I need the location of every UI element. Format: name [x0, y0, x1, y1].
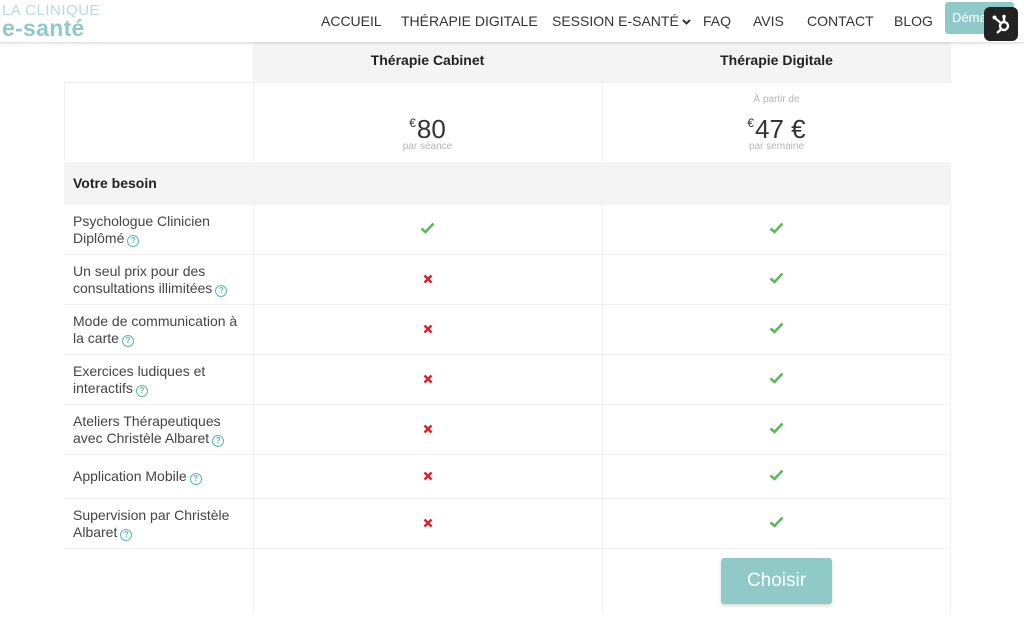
- feature-label-cell: Application Mobile?: [64, 455, 253, 499]
- help-icon[interactable]: ?: [212, 434, 225, 447]
- feature-label: Psychologue Clinicien Diplômé: [73, 212, 210, 246]
- nav-item-therapie-digitale[interactable]: THÉRAPIE DIGITALE: [401, 13, 538, 29]
- divider: [602, 205, 603, 613]
- help-icon[interactable]: ?: [127, 234, 140, 247]
- nav-item-faq[interactable]: FAQ: [703, 13, 731, 29]
- feature-label-cell: Exercices ludiques et interactifs?: [64, 355, 253, 405]
- feature-label-cell: Mode de communication à la carte?: [64, 305, 253, 355]
- nav-item-session-esante[interactable]: SESSION E-SANTÉ: [552, 13, 691, 29]
- price-period-digitale: par semaine: [748, 141, 805, 152]
- help-icon[interactable]: ?: [120, 528, 133, 541]
- nav-item-avis[interactable]: AVIS: [753, 13, 784, 29]
- feature-label-wrap: Mode de communication à la carte?: [73, 313, 249, 347]
- feature-label-wrap: Application Mobile?: [73, 468, 202, 485]
- help-icon[interactable]: ?: [215, 284, 228, 297]
- price-period-cabinet: par séance: [402, 141, 453, 152]
- feature-label-wrap: Supervision par Christèle Albaret?: [73, 507, 249, 541]
- divider: [950, 205, 951, 613]
- check-icon: [769, 468, 784, 486]
- feature-cell-cabinet: [253, 455, 602, 499]
- section-title: Votre besoin: [64, 162, 951, 205]
- chevron-down-icon: [682, 19, 691, 25]
- site-logo[interactable]: LA CLINIQUE e-santé: [2, 3, 112, 41]
- feature-label: Supervision par Christèle Albaret: [73, 506, 230, 540]
- feature-label: Ateliers Thérapeutiques avec Christèle A…: [73, 412, 221, 446]
- column-header-digitale: Thérapie Digitale: [602, 38, 951, 82]
- hubspot-launcher-button[interactable]: [984, 7, 1018, 41]
- nav-item-accueil[interactable]: ACCUEIL: [321, 13, 382, 29]
- feature-label: Mode de communication à la carte: [73, 312, 238, 346]
- feature-label-wrap: Un seul prix pour des consultations illi…: [73, 263, 249, 297]
- check-icon: [769, 371, 784, 389]
- feature-cell-digitale: [602, 255, 951, 305]
- cross-icon: [423, 321, 433, 339]
- price-cabinet: €80: [253, 108, 602, 144]
- price-digitale: €47 €: [602, 108, 951, 144]
- feature-label-wrap: Psychologue Clinicien Diplômé?: [73, 213, 249, 247]
- choose-digitale-button[interactable]: Choisir: [721, 558, 832, 604]
- feature-label: Application Mobile: [73, 468, 187, 484]
- nav-item-blog[interactable]: BLOG: [894, 13, 933, 29]
- help-icon[interactable]: ?: [189, 473, 202, 485]
- cross-icon: [423, 515, 433, 533]
- pricing-comparison-table: Thérapie Cabinet Thérapie Digitale €80 p…: [64, 38, 951, 613]
- nav-item-contact[interactable]: CONTACT: [807, 13, 874, 29]
- hubspot-sprocket-icon: [992, 14, 1010, 34]
- price-cell-cabinet: €80 par séance: [253, 82, 602, 162]
- divider: [602, 82, 603, 162]
- feature-cell-cabinet: [253, 355, 602, 405]
- check-icon: [769, 321, 784, 339]
- price-cell-digitale: À partir de €47 € par semaine: [602, 82, 951, 162]
- feature-label: Un seul prix pour des consultations illi…: [73, 262, 213, 296]
- cross-icon: [423, 271, 433, 289]
- check-icon: [769, 421, 784, 439]
- feature-label-cell: Un seul prix pour des consultations illi…: [64, 255, 253, 305]
- price-prefix-digitale: À partir de: [753, 94, 800, 105]
- feature-label-cell: Supervision par Christèle Albaret?: [64, 499, 253, 549]
- feature-cell-cabinet: [253, 405, 602, 455]
- cross-icon: [423, 371, 433, 389]
- feature-cell-digitale: [602, 305, 951, 355]
- help-icon[interactable]: ?: [121, 334, 134, 347]
- price-value: 80: [416, 114, 446, 144]
- feature-cell-cabinet: [253, 305, 602, 355]
- feature-label-cell: Ateliers Thérapeutiques avec Christèle A…: [64, 405, 253, 455]
- divider: [253, 205, 254, 613]
- feature-cell-digitale: [602, 355, 951, 405]
- feature-cell-digitale: [602, 455, 951, 499]
- feature-cell-digitale: [602, 205, 951, 255]
- currency-symbol: €: [409, 116, 416, 130]
- currency-symbol: €: [747, 116, 755, 130]
- feature-label-wrap: Ateliers Thérapeutiques avec Christèle A…: [73, 413, 249, 447]
- check-icon: [769, 515, 784, 533]
- feature-label-wrap: Exercices ludiques et interactifs?: [73, 363, 249, 397]
- cross-icon: [423, 468, 433, 486]
- feature-cell-digitale: [602, 499, 951, 549]
- help-icon[interactable]: ?: [135, 384, 148, 397]
- feature-cell-cabinet: [253, 499, 602, 549]
- check-icon: [769, 271, 784, 289]
- divider: [253, 82, 254, 162]
- nav-item-session-esante-label: SESSION E-SANTÉ: [552, 13, 679, 29]
- price-label-cell: [64, 82, 253, 162]
- cross-icon: [423, 421, 433, 439]
- check-icon: [769, 221, 784, 239]
- price-value: 47 €: [755, 114, 806, 144]
- logo-line-2: e-santé: [2, 15, 85, 41]
- check-icon: [420, 221, 435, 239]
- feature-cell-digitale: [602, 405, 951, 455]
- feature-cell-cabinet: [253, 255, 602, 305]
- feature-label-cell: Psychologue Clinicien Diplômé?: [64, 205, 253, 255]
- column-header-cabinet: Thérapie Cabinet: [253, 38, 602, 82]
- feature-cell-cabinet: [253, 205, 602, 255]
- site-header: LA CLINIQUE e-santé ACCUEIL THÉRAPIE DIG…: [0, 0, 1024, 42]
